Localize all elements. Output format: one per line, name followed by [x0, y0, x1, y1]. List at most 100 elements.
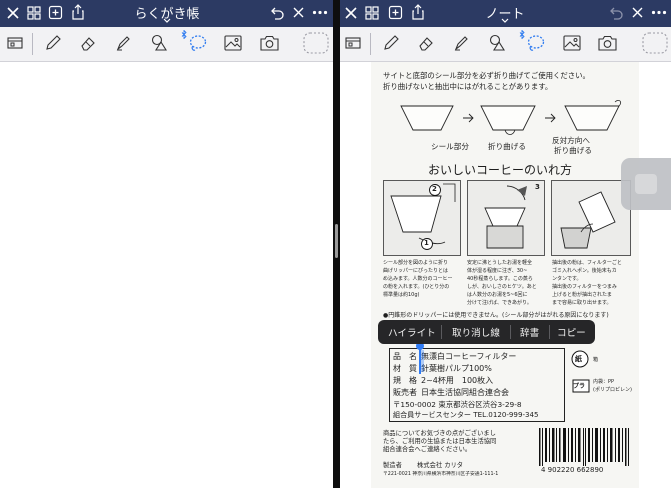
- instruction-step-1: の粉を入れます。(ひとり分の: [383, 284, 450, 290]
- read-mode-icon[interactable]: [7, 36, 23, 50]
- instruction-step-2: 安定に沸とうしたお湯を軽全: [467, 260, 533, 266]
- contact-text: 組合連合会へご連絡ください。: [383, 446, 472, 453]
- left-tool-bar: [0, 27, 333, 62]
- fold-label: シール部分: [431, 142, 469, 151]
- spec-label: 販売者: [393, 388, 417, 397]
- paper-recycle-note: 箱: [593, 357, 599, 363]
- floating-panel-handle-inner: [635, 174, 657, 194]
- split-view-divider[interactable]: [333, 0, 340, 488]
- instruction-step-3: ンタンです。: [552, 276, 582, 282]
- left-pane: らくがき帳: [0, 0, 333, 488]
- instruction-step-2: しが、おいしさのヒケツ。あと: [467, 284, 537, 290]
- pen-icon[interactable]: [44, 34, 62, 52]
- instruction-line: 折り曲げないと抽出中にはがれることがあります。: [383, 82, 553, 91]
- pen-icon[interactable]: [382, 34, 400, 52]
- plastic-recycle-note: (ポリプロピレン): [593, 387, 632, 393]
- fold-label: 折り曲げる: [554, 146, 592, 155]
- camera-icon[interactable]: [598, 35, 617, 51]
- barcode: [539, 428, 629, 466]
- add-page-icon[interactable]: [388, 5, 403, 20]
- menu-item-strikethrough[interactable]: 取り消し線: [452, 325, 500, 339]
- spec-value: 日本生活協同組合連合会: [421, 388, 509, 397]
- plastic-recycle-note: 内袋：PP: [593, 379, 615, 385]
- text-selection-highlight: [420, 350, 424, 372]
- shapes-icon[interactable]: [150, 34, 170, 52]
- fold-diagram: [400, 99, 622, 135]
- highlighter-icon[interactable]: [452, 34, 470, 52]
- clear-icon[interactable]: [292, 6, 305, 19]
- plastic-recycle-mark: プラ: [573, 383, 586, 390]
- instruction-step-2: 分けて注げば、できあがり。: [467, 300, 532, 306]
- spec-value: 組合員サービスセンター TEL.0120-999-345: [393, 410, 539, 419]
- instruction-step-1: め込みます。人数分のコーヒー: [383, 276, 453, 282]
- undo-icon[interactable]: [608, 6, 623, 20]
- instruction-line: サイトと底部のシール部分を必ず折り曲げてご使用ください。: [383, 71, 590, 80]
- menu-item-dictionary[interactable]: 辞書: [520, 325, 539, 339]
- chevron-down-icon[interactable]: [500, 17, 510, 25]
- lasso-icon[interactable]: [526, 33, 546, 53]
- share-icon[interactable]: [71, 4, 85, 20]
- lasso-icon[interactable]: [188, 33, 208, 53]
- instruction-step-3: ゴミ入れへポン。後始末もカ: [552, 268, 617, 274]
- step-illustration-1: [383, 180, 461, 256]
- close-icon[interactable]: [6, 6, 20, 20]
- instruction-step-3: 抽出後のフィルターをつまみ: [552, 284, 617, 290]
- lasso-selection-preview-icon[interactable]: [303, 32, 329, 54]
- maker-address: 〒221-0021 神奈川県横浜市神奈川区子安通1-111-1: [383, 472, 499, 477]
- instruction-step-1: 標準量は約10g): [383, 292, 420, 298]
- eraser-icon[interactable]: [79, 34, 97, 52]
- step-number: 1: [424, 239, 429, 247]
- left-canvas[interactable]: [0, 62, 333, 488]
- more-icon[interactable]: [312, 10, 328, 15]
- instruction-step-3: 抽出後の粉は、フィルターごと: [552, 260, 622, 266]
- step-number: 2: [432, 185, 437, 193]
- fold-label: 折り曲げる: [488, 142, 526, 151]
- read-mode-icon[interactable]: [345, 36, 361, 50]
- left-title-bar: らくがき帳: [0, 0, 333, 27]
- floating-panel-handle[interactable]: [621, 158, 671, 210]
- instruction-step-3: 上げると粉が抽出されたま: [552, 292, 612, 298]
- add-page-icon[interactable]: [48, 5, 63, 20]
- image-icon[interactable]: [563, 35, 581, 51]
- text-context-menu: ハイライト 取り消し線 辞書 コピー: [378, 320, 595, 344]
- chevron-down-icon[interactable]: [162, 17, 172, 25]
- menu-item-copy[interactable]: コピー: [557, 325, 586, 339]
- step-illustration-3: [551, 180, 631, 256]
- bluetooth-icon: [181, 30, 187, 39]
- close-icon[interactable]: [344, 6, 358, 20]
- paper-recycle-mark: 紙: [575, 355, 582, 363]
- scanned-document-page[interactable]: サイトと底部のシール部分を必ず折り曲げてご使用ください。 折り曲げないと抽出中に…: [371, 62, 639, 488]
- image-icon[interactable]: [224, 35, 242, 51]
- camera-icon[interactable]: [260, 35, 279, 51]
- maker-label: 製造者: [383, 462, 402, 469]
- menu-item-highlight[interactable]: ハイライト: [388, 325, 436, 339]
- share-icon[interactable]: [411, 4, 425, 20]
- bluetooth-icon: [519, 30, 525, 39]
- spec-value: 2~4杯用 100枚入: [421, 376, 494, 385]
- highlighter-icon[interactable]: [114, 34, 132, 52]
- spec-value: 無漂白コーヒーフィルター: [421, 352, 517, 361]
- more-icon[interactable]: [651, 10, 667, 15]
- grid-icon[interactable]: [27, 6, 41, 20]
- spec-value: 針葉樹パルプ100%: [421, 364, 492, 373]
- step-number: 3: [535, 183, 540, 191]
- instruction-step-2: は人数分のお湯を5~6回に: [467, 292, 528, 298]
- document-heading: おいしいコーヒーのいれ方: [428, 163, 573, 177]
- spec-value: 〒150-0002 東京都渋谷区渋谷3-29-8: [393, 400, 522, 409]
- instruction-step-2: 体が湿る程度に注ぎ、30~: [467, 268, 528, 274]
- right-tool-bar: [340, 27, 671, 62]
- right-pane: ノート サイトと底部のシール部分を必ず折り曲げてご使用ください。 折り曲げないと…: [340, 0, 671, 488]
- instruction-step-2: 40秒程蒸らします。この蒸ら: [467, 276, 533, 282]
- maker-name: 株式会社 カリタ: [417, 462, 464, 469]
- divider-handle[interactable]: [335, 224, 338, 258]
- eraser-icon[interactable]: [417, 34, 435, 52]
- right-title-bar: ノート: [340, 0, 671, 27]
- clear-icon[interactable]: [631, 6, 644, 19]
- grid-icon[interactable]: [365, 6, 379, 20]
- barcode-number: 4 902220 662890: [541, 466, 604, 474]
- shapes-icon[interactable]: [488, 34, 508, 52]
- lasso-selection-preview-icon[interactable]: [642, 32, 668, 54]
- step-illustration-2: [467, 180, 545, 256]
- caution-note: ●円錐形のドリッパーには使用できません。(シール部分がはがれる原因になります): [383, 312, 609, 319]
- undo-icon[interactable]: [269, 6, 284, 20]
